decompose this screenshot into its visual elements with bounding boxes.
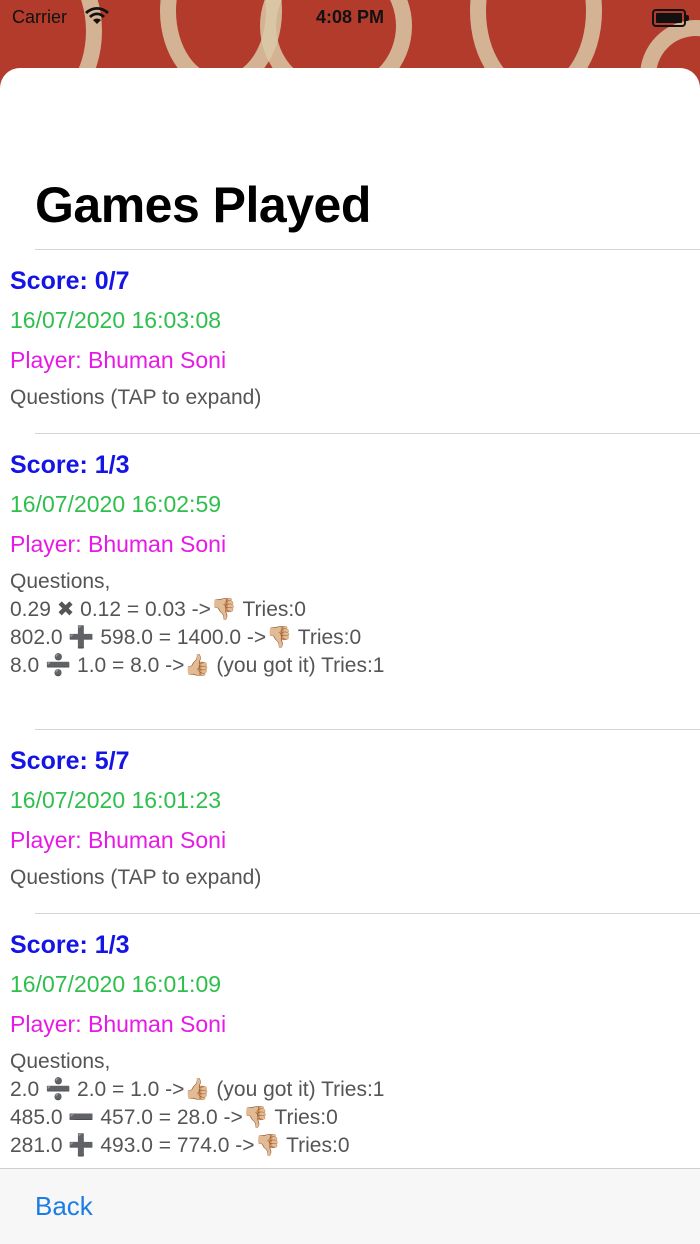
- question-line: 0.29 ✖ 0.12 = 0.03 ->👎🏼 Tries:0: [10, 598, 306, 621]
- player-label: Player: Bhuman Soni: [10, 531, 227, 557]
- date-label: 16/07/2020 16:03:08: [10, 307, 222, 333]
- player-label: Player: Bhuman Soni: [10, 827, 227, 853]
- score-label: Score: 5/7: [10, 747, 130, 775]
- questions-label: Questions,: [10, 570, 111, 593]
- page-title: Games Played: [35, 177, 371, 233]
- question-line: 2.0 ➗ 2.0 = 1.0 ->👍🏼 (you got it) Tries:…: [10, 1078, 385, 1101]
- divider: [35, 433, 700, 434]
- game-entry[interactable]: Score: 0/7 16/07/2020 16:03:08 Player: B…: [10, 266, 700, 412]
- game-entry[interactable]: Score: 1/3 16/07/2020 16:02:59 Player: B…: [10, 450, 700, 680]
- divider: [35, 913, 700, 914]
- battery-icon: [652, 9, 689, 27]
- questions-toggle[interactable]: Questions (TAP to expand): [10, 864, 700, 892]
- bottom-toolbar: Back: [0, 1168, 700, 1244]
- questions-list[interactable]: Questions, 0.29 ✖ 0.12 = 0.03 ->👎🏼 Tries…: [10, 568, 700, 680]
- status-bar: Carrier 4:08 PM: [0, 0, 700, 36]
- divider: [35, 729, 700, 730]
- clock: 4:08 PM: [315, 7, 385, 27]
- date-label: 16/07/2020 16:01:09: [10, 971, 222, 997]
- questions-list[interactable]: Questions, 2.0 ➗ 2.0 = 1.0 ->👍🏼 (you got…: [10, 1048, 700, 1160]
- question-line: 802.0 ➕ 598.0 = 1400.0 ->👎🏼 Tries:0: [10, 626, 362, 649]
- divider: [35, 249, 700, 250]
- date-label: 16/07/2020 16:01:23: [10, 787, 222, 813]
- score-label: Score: 0/7: [10, 267, 130, 295]
- questions-label: Questions (TAP to expand): [10, 386, 262, 409]
- games-played-sheet: Games Played Score: 0/7 16/07/2020 16:03…: [0, 68, 700, 1244]
- date-label: 16/07/2020 16:02:59: [10, 491, 222, 517]
- game-entry[interactable]: Score: 5/7 16/07/2020 16:01:23 Player: B…: [10, 746, 700, 892]
- questions-label: Questions,: [10, 1050, 111, 1073]
- back-button[interactable]: Back: [35, 1191, 93, 1222]
- question-line: 485.0 ➖ 457.0 = 28.0 ->👎🏼 Tries:0: [10, 1106, 338, 1129]
- player-label: Player: Bhuman Soni: [10, 347, 227, 373]
- score-label: Score: 1/3: [10, 451, 130, 479]
- question-line: 281.0 ➕ 493.0 = 774.0 ->👎🏼 Tries:0: [10, 1134, 350, 1157]
- score-label: Score: 1/3: [10, 931, 130, 959]
- question-line: 8.0 ➗ 1.0 = 8.0 ->👍🏼 (you got it) Tries:…: [10, 654, 385, 677]
- game-entry[interactable]: Score: 1/3 16/07/2020 16:01:09 Player: B…: [10, 930, 700, 1160]
- questions-toggle[interactable]: Questions (TAP to expand): [10, 384, 700, 412]
- questions-label: Questions (TAP to expand): [10, 866, 262, 889]
- player-label: Player: Bhuman Soni: [10, 1011, 227, 1037]
